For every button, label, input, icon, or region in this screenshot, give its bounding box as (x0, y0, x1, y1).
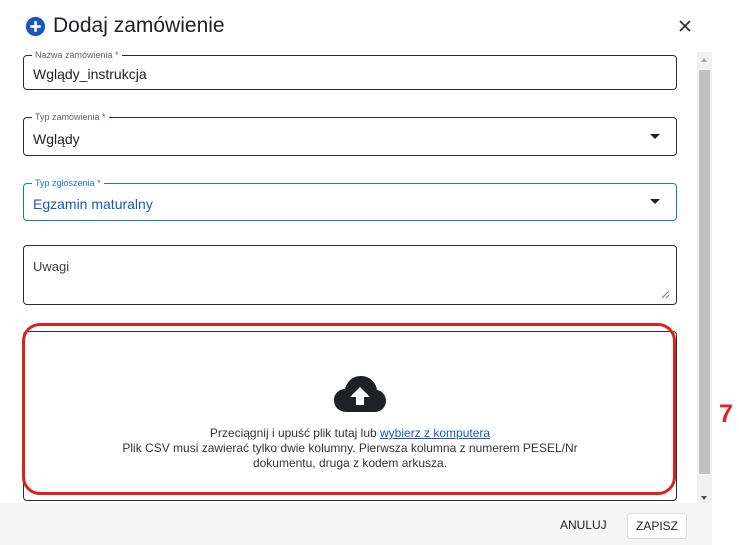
notes-placeholder: Uwagi (33, 259, 70, 274)
add-circle-icon (25, 16, 46, 36)
report-type-value: Egzamin maturalny (33, 196, 153, 212)
order-name-value: Wglądy_instrukcja (33, 66, 147, 82)
order-name-input[interactable]: Nazwa zamówienia * Wglądy_instrukcja (23, 50, 677, 90)
choose-file-link[interactable]: wybierz z komputera (380, 426, 490, 440)
scroll-up-icon[interactable] (701, 58, 707, 62)
cloud-upload-icon (334, 376, 386, 412)
report-type-select[interactable]: Typ zgłoszenia * Egzamin maturalny (23, 178, 677, 221)
order-type-label: Typ zamówienia * (32, 112, 109, 123)
dropdown-arrow-icon (650, 133, 660, 139)
scroll-down-icon[interactable] (701, 496, 707, 500)
file-dropzone[interactable]: Przeciągnij i upuść plik tutaj lub wybie… (23, 331, 677, 501)
notes-textarea[interactable]: Uwagi (23, 245, 677, 305)
scroll-thumb[interactable] (699, 70, 710, 474)
order-type-value: Wglądy (33, 131, 80, 147)
dropzone-instruction: Przeciągnij i upuść plik tutaj lub wybie… (209, 426, 491, 440)
save-button[interactable]: ZAPISZ (627, 513, 688, 539)
cancel-button[interactable]: ANULUJ (552, 513, 615, 537)
dialog-title: Dodaj zamówienie (53, 14, 225, 37)
dropzone-hint-line-1: Plik CSV musi zawierać tylko dwie kolumn… (122, 441, 578, 455)
add-order-dialog: Dodaj zamówienie Nazwa zamówienia * Wglą… (0, 0, 739, 545)
dropzone-hint-line-2: dokumentu, druga z kodem arkusza. (252, 456, 448, 470)
order-type-select[interactable]: Typ zamówienia * Wglądy (23, 112, 677, 156)
order-name-label: Nazwa zamówienia * (32, 50, 122, 61)
report-type-label: Typ zgłoszenia * (32, 178, 104, 189)
dialog-header: Dodaj zamówienie (25, 10, 225, 42)
scrollbar[interactable] (697, 52, 712, 506)
annotation-number: 7 (719, 400, 733, 428)
resize-handle-icon[interactable] (661, 290, 670, 299)
dropzone-text: Przeciągnij i upuść plik tutaj lub wybie… (24, 426, 676, 471)
dropdown-arrow-icon (650, 199, 660, 204)
close-icon[interactable] (673, 14, 697, 38)
